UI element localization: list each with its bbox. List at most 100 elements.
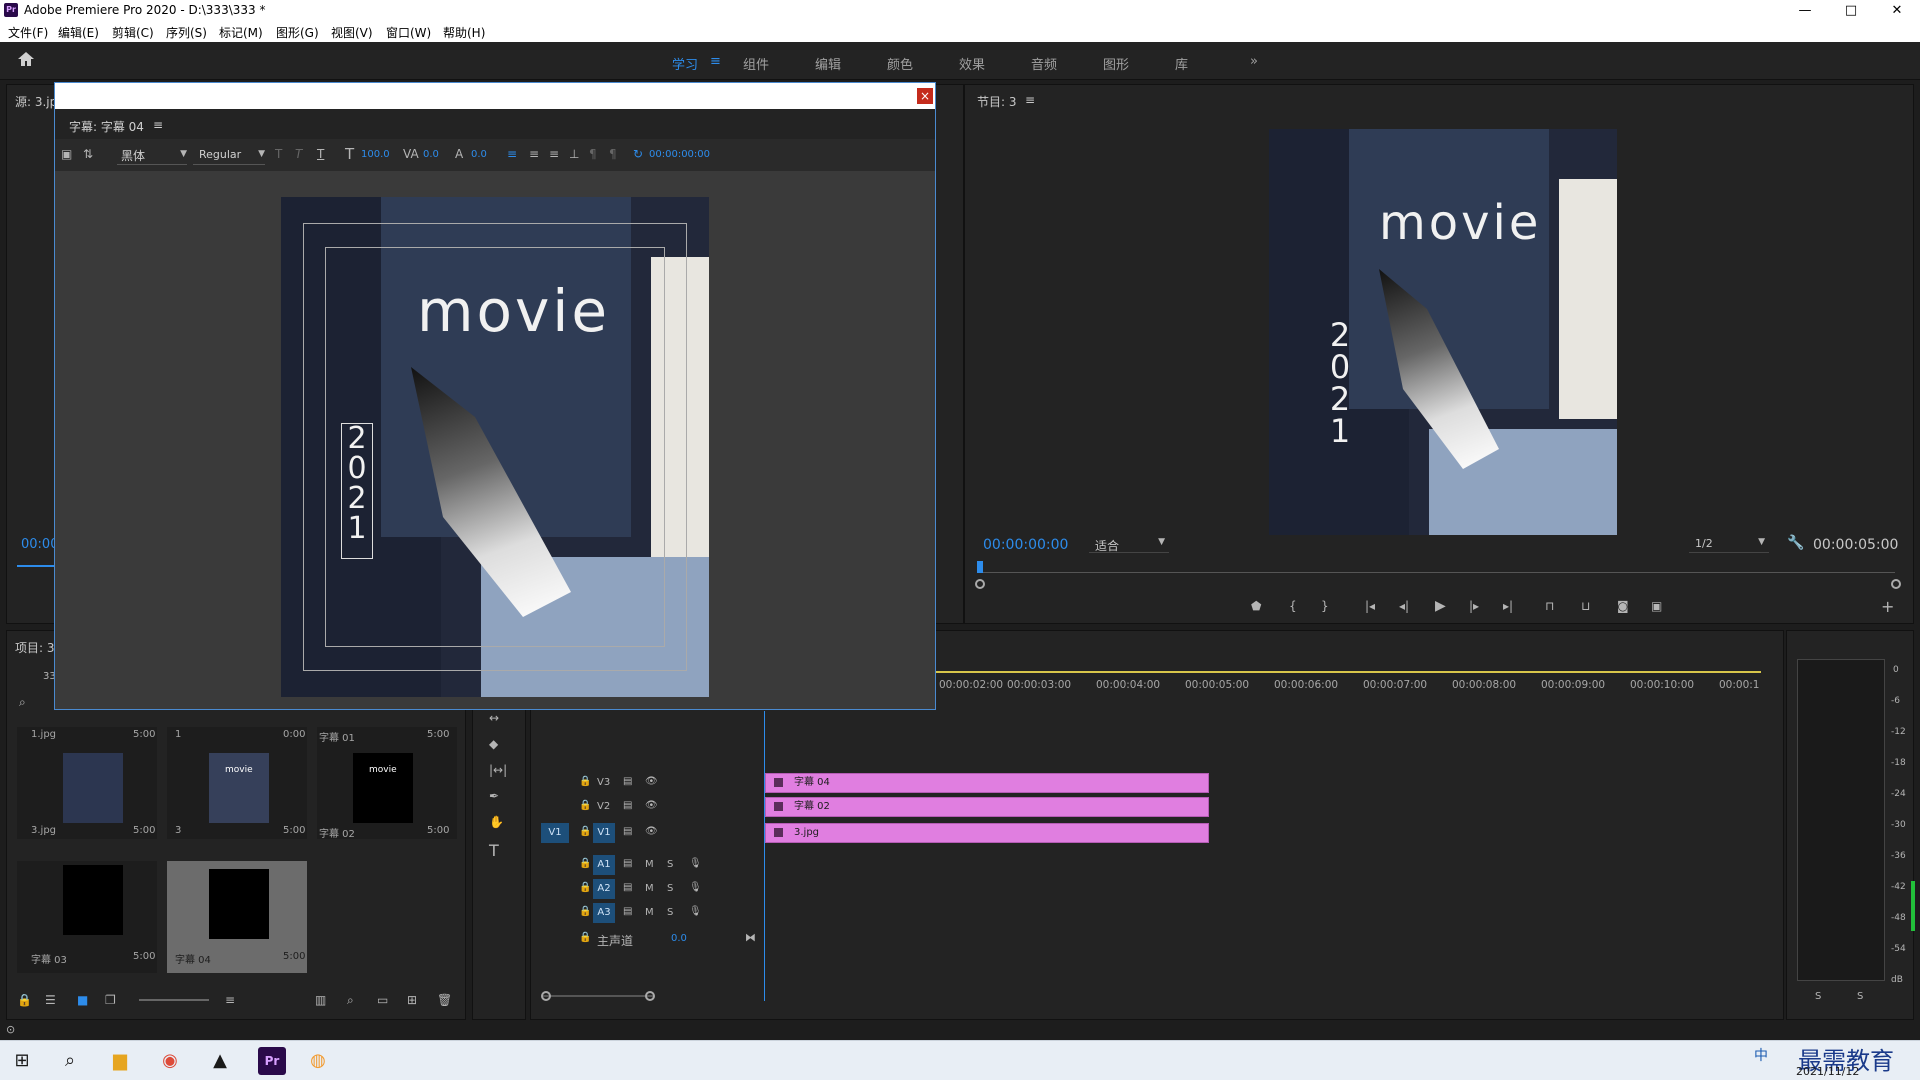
mute-button[interactable]: M bbox=[645, 859, 654, 870]
solo-button[interactable]: S bbox=[667, 883, 673, 894]
eye-icon[interactable]: 👁 bbox=[645, 776, 658, 787]
timeline-zoom-scrollbar[interactable] bbox=[543, 995, 653, 997]
workspace-tab-libraries[interactable]: 库 bbox=[1175, 54, 1188, 73]
bold-icon[interactable]: T bbox=[275, 147, 282, 161]
mic-icon[interactable]: 🎙 bbox=[689, 858, 702, 869]
lock-icon[interactable]: 🔒 bbox=[579, 826, 591, 837]
zoom-slider[interactable] bbox=[139, 999, 209, 1001]
go-to-in-icon[interactable]: |◂ bbox=[1365, 599, 1375, 613]
master-volume-value[interactable]: 0.0 bbox=[671, 933, 687, 944]
lift-icon[interactable]: ⊓ bbox=[1545, 599, 1554, 613]
lock-icon[interactable]: 🔒 bbox=[579, 882, 591, 893]
canvas-movie-text[interactable]: movie bbox=[417, 277, 610, 345]
track-label-v3[interactable]: V3 bbox=[597, 777, 610, 788]
new-item-icon[interactable]: ⊞ bbox=[407, 993, 417, 1007]
sort-icon[interactable]: ≡ bbox=[225, 993, 235, 1007]
title-tab-menu-icon[interactable]: ≡ bbox=[153, 118, 163, 132]
program-resolution-select[interactable]: 1/2 ▼ bbox=[1689, 535, 1769, 553]
new-bin-icon[interactable]: ▭ bbox=[377, 993, 388, 1007]
align-right-icon[interactable]: ≡ bbox=[549, 147, 559, 161]
workspace-tab-editing[interactable]: 编辑 bbox=[815, 54, 841, 73]
show-video-icon[interactable]: ¶ bbox=[609, 147, 617, 161]
workspace-tab-assembly[interactable]: 组件 bbox=[743, 54, 769, 73]
menu-clip[interactable]: 剪辑(C) bbox=[112, 24, 154, 41]
canvas-year-text[interactable]: 2021 bbox=[341, 423, 373, 559]
new-title-icon[interactable]: ▣ bbox=[61, 147, 72, 161]
pen-icon[interactable]: ✒ bbox=[489, 789, 499, 803]
workspace-tab-graphics[interactable]: 图形 bbox=[1103, 54, 1129, 73]
clip-3jpg[interactable]: 3.jpg bbox=[765, 823, 1209, 843]
film-icon[interactable]: ▤ bbox=[623, 906, 632, 917]
menu-view[interactable]: 视图(V) bbox=[331, 24, 373, 41]
maximize-button[interactable]: □ bbox=[1828, 0, 1874, 22]
ripple-edit-icon[interactable]: ↔ bbox=[489, 711, 499, 725]
automate-icon[interactable]: ▥ bbox=[315, 993, 326, 1007]
project-panel-title[interactable]: 项目: 3 bbox=[15, 639, 55, 656]
program-scroll-handle-right[interactable] bbox=[1891, 579, 1901, 589]
mic-icon[interactable]: 🎙 bbox=[689, 906, 702, 917]
search-icon[interactable]: ⌕ bbox=[19, 695, 26, 710]
source-patch-v1[interactable]: V1 bbox=[541, 823, 569, 843]
program-playhead[interactable] bbox=[977, 561, 983, 573]
hand-icon[interactable]: ✋ bbox=[489, 815, 504, 829]
premiere-taskbar-icon[interactable]: Pr bbox=[258, 1047, 286, 1075]
workspace-overflow-icon[interactable]: » bbox=[1250, 54, 1258, 69]
font-family-select[interactable]: 黑体 ▼ bbox=[117, 145, 187, 165]
icon-view-icon[interactable]: ■ bbox=[77, 993, 88, 1007]
play-icon[interactable]: ▶ bbox=[1435, 598, 1446, 614]
film-icon[interactable]: ▤ bbox=[623, 800, 632, 811]
font-style-select[interactable]: Regular ▼ bbox=[193, 145, 265, 165]
menu-window[interactable]: 窗口(W) bbox=[386, 24, 431, 41]
eye-icon[interactable]: 👁 bbox=[645, 800, 658, 811]
lock-icon[interactable]: 🔒 bbox=[579, 932, 591, 943]
film-icon[interactable]: ▤ bbox=[623, 882, 632, 893]
program-panel-title[interactable]: 节目: 3 bbox=[977, 93, 1017, 110]
close-button[interactable]: ✕ bbox=[1874, 0, 1920, 22]
menu-edit[interactable]: 编辑(E) bbox=[58, 24, 99, 41]
chrome-icon[interactable]: ◉ bbox=[152, 1045, 188, 1077]
search-icon[interactable]: ⌕ bbox=[52, 1045, 88, 1077]
work-area-bar[interactable] bbox=[931, 671, 1761, 673]
lock-icon[interactable]: 🔒 bbox=[579, 858, 591, 869]
clip-title-02[interactable]: 字幕 02 bbox=[765, 797, 1209, 817]
menu-file[interactable]: 文件(F) bbox=[8, 24, 48, 41]
find-icon[interactable]: ⌕ bbox=[347, 993, 354, 1008]
film-icon[interactable]: ▤ bbox=[623, 858, 632, 869]
photos-icon[interactable]: ▲ bbox=[202, 1045, 238, 1077]
lock-icon[interactable]: 🔒 bbox=[579, 776, 591, 787]
workspace-tab-audio[interactable]: 音频 bbox=[1031, 54, 1057, 73]
step-forward-icon[interactable]: |▸ bbox=[1469, 599, 1479, 613]
extract-icon[interactable]: ⊔ bbox=[1581, 599, 1590, 613]
slip-icon[interactable]: |↔| bbox=[489, 763, 507, 777]
roll-crawl-icon[interactable]: ⇅ bbox=[83, 147, 93, 161]
program-panel-menu-icon[interactable]: ≡ bbox=[1025, 93, 1035, 107]
step-back-icon[interactable]: ◂| bbox=[1399, 599, 1409, 613]
title-timecode[interactable]: 00:00:00:00 bbox=[649, 149, 710, 160]
program-timecode[interactable]: 00:00:00:00 bbox=[983, 537, 1068, 553]
film-icon[interactable]: ▤ bbox=[623, 776, 632, 787]
program-frame-image[interactable]: movie 2021 bbox=[1269, 129, 1617, 535]
workspace-tab-learn[interactable]: 学习 bbox=[672, 54, 698, 73]
menu-marker[interactable]: 标记(M) bbox=[219, 24, 263, 41]
tab-stops-icon[interactable]: ⊥ bbox=[569, 147, 579, 161]
add-button-icon[interactable]: + bbox=[1881, 597, 1894, 616]
list-view-icon[interactable]: ☰ bbox=[45, 993, 56, 1007]
bin-item-sequence[interactable]: 1 0:00 movie 3 5:00 bbox=[167, 727, 307, 839]
lock-icon[interactable]: 🔒 bbox=[579, 800, 591, 811]
sync-icon[interactable]: ↻ bbox=[633, 147, 643, 161]
align-center-icon[interactable]: ≡ bbox=[529, 147, 539, 161]
film-icon[interactable]: ▤ bbox=[623, 826, 632, 837]
italic-icon[interactable]: T bbox=[295, 147, 302, 161]
razor-icon[interactable]: ◆ bbox=[489, 737, 498, 751]
track-label-v1[interactable]: V1 bbox=[593, 823, 615, 843]
file-explorer-icon[interactable]: ▆ bbox=[102, 1045, 138, 1077]
type-tool-icon[interactable]: T bbox=[489, 841, 499, 860]
dialog-close-button[interactable]: × bbox=[917, 88, 933, 104]
program-scroll-handle-left[interactable] bbox=[975, 579, 985, 589]
title-canvas[interactable]: movie 2021 bbox=[281, 197, 709, 697]
program-time-ruler[interactable] bbox=[977, 563, 1895, 573]
mark-in-icon[interactable]: { bbox=[1289, 599, 1297, 613]
font-size-value[interactable]: 100.0 bbox=[361, 149, 390, 160]
windows-start-icon[interactable]: ⊞ bbox=[4, 1045, 40, 1077]
mute-button[interactable]: M bbox=[645, 883, 654, 894]
